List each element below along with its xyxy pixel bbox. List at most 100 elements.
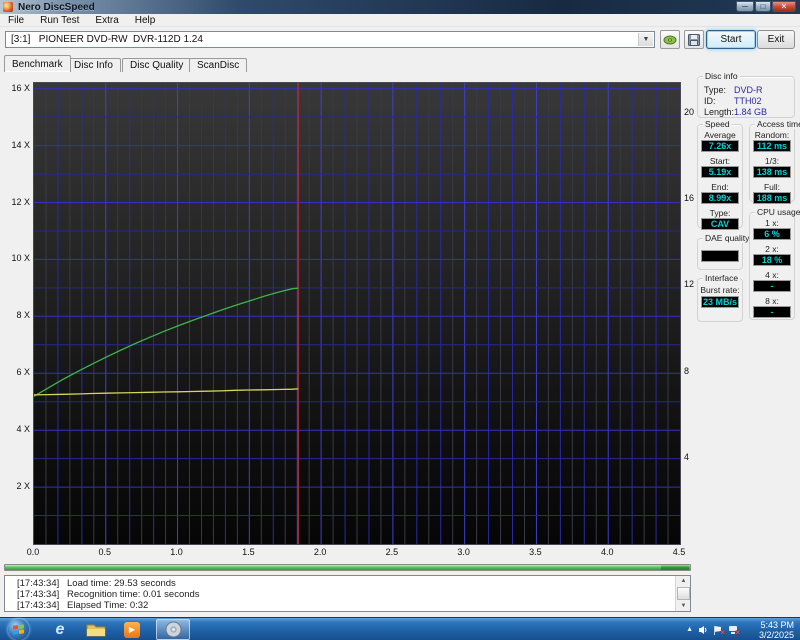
exit-button[interactable]: Exit (757, 30, 795, 49)
log-message: Recognition time: 0.01 seconds (67, 589, 200, 600)
cpu-8x-value: - (753, 306, 791, 318)
disc-length-label: Length: (704, 107, 735, 117)
access-full-label: Full: (763, 182, 781, 192)
axis-tick-label: 1.0 (170, 547, 183, 557)
log-timestamp: [17:43:34] (17, 589, 60, 600)
cpu-4x-label: 4 x: (765, 270, 779, 280)
menu-help[interactable]: Help (127, 15, 164, 26)
tab-bar: Benchmark Disc Info Disc Quality ScanDis… (0, 55, 800, 72)
eject-disc-icon (663, 35, 677, 44)
menu-bar: File Run Test Extra Help (0, 14, 800, 27)
title-bar[interactable]: Nero DiscSpeed ─ □ ✕ (0, 0, 800, 14)
taskbar-nero-discspeed-button[interactable] (156, 619, 190, 640)
disc-id-label: ID: (704, 96, 716, 106)
screen: Nero DiscSpeed ─ □ ✕ File Run Test Extra… (0, 0, 800, 640)
group-title: Access times (755, 119, 800, 129)
chart-canvas (34, 83, 680, 544)
dae-quality-value (701, 250, 739, 262)
windows-logo-icon (13, 624, 24, 635)
tab-scandisc[interactable]: ScanDisc (189, 58, 248, 72)
axis-tick-label: 3.5 (529, 547, 542, 557)
drive-select-dropdown[interactable]: [3:1] PIONEER DVD-RW DVR-112D 1.24 ▼ (5, 31, 655, 48)
scroll-up-arrow-icon[interactable]: ▲ (677, 576, 690, 586)
chevron-down-icon[interactable]: ▼ (638, 33, 653, 46)
group-title: CPU usage (755, 207, 800, 217)
window-title: Nero DiscSpeed (18, 1, 95, 13)
start-test-button[interactable]: Start (706, 30, 756, 49)
maximize-button[interactable]: □ (755, 1, 771, 12)
progress-bar (4, 564, 691, 571)
save-button[interactable] (684, 30, 704, 49)
scrollbar-thumb[interactable] (677, 587, 690, 600)
benchmark-chart: 16 X 14 X 12 X 10 X8 X6 X4 X2 X 20 16 12 8 4 0.… (0, 72, 696, 564)
cpu-1x-value: 6 % (753, 228, 791, 240)
file-explorer-button[interactable] (84, 620, 108, 639)
log-line: [17:43:34] Elapsed Time: 0:32 (5, 600, 690, 611)
eject-disc-button[interactable] (660, 30, 680, 49)
burst-rate-value: 23 MB/s (701, 296, 739, 308)
speed-type-label: Type: (709, 208, 731, 218)
media-player-button[interactable]: ▶ (120, 620, 144, 639)
access-random-value: 112 ms (753, 140, 791, 152)
disc-info-group: Disc info Type: DVD-R ID: TTH02 Length: 1.8… (697, 71, 795, 118)
error-badge: × (720, 628, 725, 637)
axis-tick-label: 16 X (11, 82, 30, 93)
access-third-value: 138 ms (753, 166, 791, 178)
network-icon[interactable]: × (727, 624, 740, 637)
cpu-8x-label: 8 x: (765, 296, 779, 306)
access-random-label: Random: (754, 130, 790, 140)
access-third-label: 1/3: (764, 156, 780, 166)
cpu-2x-value: 18 % (753, 254, 791, 266)
tab-disc-info[interactable]: Disc Info (66, 58, 121, 72)
axis-tick-label: 2.0 (313, 547, 327, 557)
clock-time: 5:43 PM (760, 619, 794, 630)
interface-group: Interface Burst rate: 23 MB/s (697, 273, 743, 322)
axis-tick-label: 3.0 (457, 547, 470, 557)
speed-start-label: Start: (709, 156, 731, 166)
menu-run-test[interactable]: Run Test (32, 15, 87, 26)
drive-select-value: [3:1] PIONEER DVD-RW DVR-112D 1.24 (11, 34, 203, 45)
log-timestamp: [17:43:34] (17, 600, 60, 611)
access-times-group: Access times Random: 112 ms 1/3: 138 ms … (749, 119, 800, 204)
show-hidden-icons-button[interactable]: ▲ (686, 626, 693, 633)
disc-type-value: DVD-R (734, 85, 763, 95)
group-title: DAE quality (703, 233, 752, 243)
cpu-1x-label: 1 x: (765, 218, 779, 228)
results-panel: Disc info Type: DVD-R ID: TTH02 Length: 1.8… (694, 71, 800, 617)
axis-tick-label: 12 X (11, 196, 30, 207)
speed-type-value: CAV (701, 218, 739, 230)
action-center-icon[interactable]: × (712, 624, 725, 637)
group-title: Interface (703, 273, 741, 283)
minimize-button[interactable]: ─ (736, 1, 754, 12)
axis-tick-label: 6 X (16, 367, 30, 378)
taskbar-clock[interactable]: 5:43 PM 3/2/2025 (746, 620, 794, 640)
log-scrollbar[interactable]: ▲ ▼ (675, 576, 690, 611)
disc-type-label: Type: (704, 85, 727, 95)
nero-discspeed-window: Nero DiscSpeed ─ □ ✕ File Run Test Extra… (0, 0, 800, 617)
internet-explorer-button[interactable]: e (48, 620, 72, 639)
save-icon (688, 33, 700, 46)
close-button[interactable]: ✕ (772, 1, 796, 12)
tab-benchmark[interactable]: Benchmark (4, 55, 71, 72)
axis-tick-label: 4 X (16, 424, 30, 435)
axis-tick-label: 0.5 (98, 547, 112, 557)
toolbar: [3:1] PIONEER DVD-RW DVR-112D 1.24 ▼ Sta… (0, 27, 800, 55)
axis-tick-label: 4.5 (672, 547, 686, 557)
axis-tick-label: 8 X (16, 310, 30, 321)
log-line: [17:43:34] Recognition time: 0.01 second… (5, 589, 690, 600)
start-button[interactable] (8, 619, 29, 640)
log-panel: [17:43:34] Load time: 29.53 seconds [17:… (4, 575, 691, 612)
disc-length-value: 1.84 GB (734, 107, 768, 117)
disconnected-badge: × (735, 628, 740, 637)
tab-disc-quality[interactable]: Disc Quality (122, 58, 192, 72)
speed-average-value: 7.26x (701, 140, 739, 152)
axis-tick-label: 2.5 (385, 547, 399, 557)
scroll-down-arrow-icon[interactable]: ▼ (677, 601, 690, 611)
menu-file[interactable]: File (0, 15, 32, 26)
axis-tick-label: 1.5 (242, 547, 255, 557)
speed-end-label: End: (711, 182, 729, 192)
volume-icon[interactable] (697, 624, 708, 635)
menu-extra[interactable]: Extra (87, 15, 126, 26)
group-title: Disc info (703, 71, 740, 81)
log-message: Elapsed Time: 0:32 (67, 600, 149, 611)
